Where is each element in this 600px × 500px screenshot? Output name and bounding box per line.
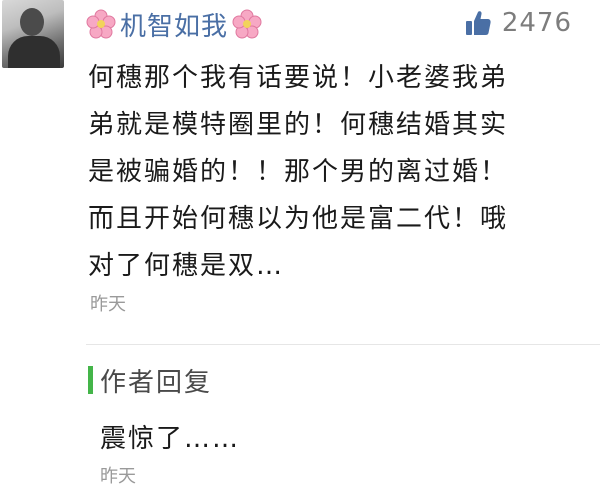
author-reply-label: 作者回复	[100, 368, 213, 398]
avatar-head	[20, 8, 44, 36]
comment-text: 何穗那个我有话要说！小老婆我弟 弟就是模特圈里的！何穗结婚其实 是被骗婚的！！那…	[88, 63, 509, 281]
comment-timestamp: 昨天	[90, 294, 126, 315]
avatar[interactable]	[2, 0, 64, 68]
cherry-blossom-icon	[86, 9, 116, 39]
divider	[86, 344, 600, 345]
author-reply-text: 震惊了……	[100, 424, 241, 454]
username-row: 机智如我	[86, 4, 262, 44]
reply-timestamp: 昨天	[100, 466, 136, 487]
like-button[interactable]: 2476	[464, 6, 572, 40]
reply-accent-bar	[88, 366, 93, 394]
like-count: 2476	[501, 8, 572, 38]
thumbs-up-icon	[465, 11, 491, 35]
avatar-body	[8, 36, 60, 68]
cherry-blossom-icon	[232, 9, 262, 39]
comment-card: 机智如我 2476 何穗那个我有话要说！小老婆我弟 弟就是模特圈里的！何穗结婚其…	[0, 0, 600, 500]
username[interactable]: 机智如我	[120, 6, 228, 43]
